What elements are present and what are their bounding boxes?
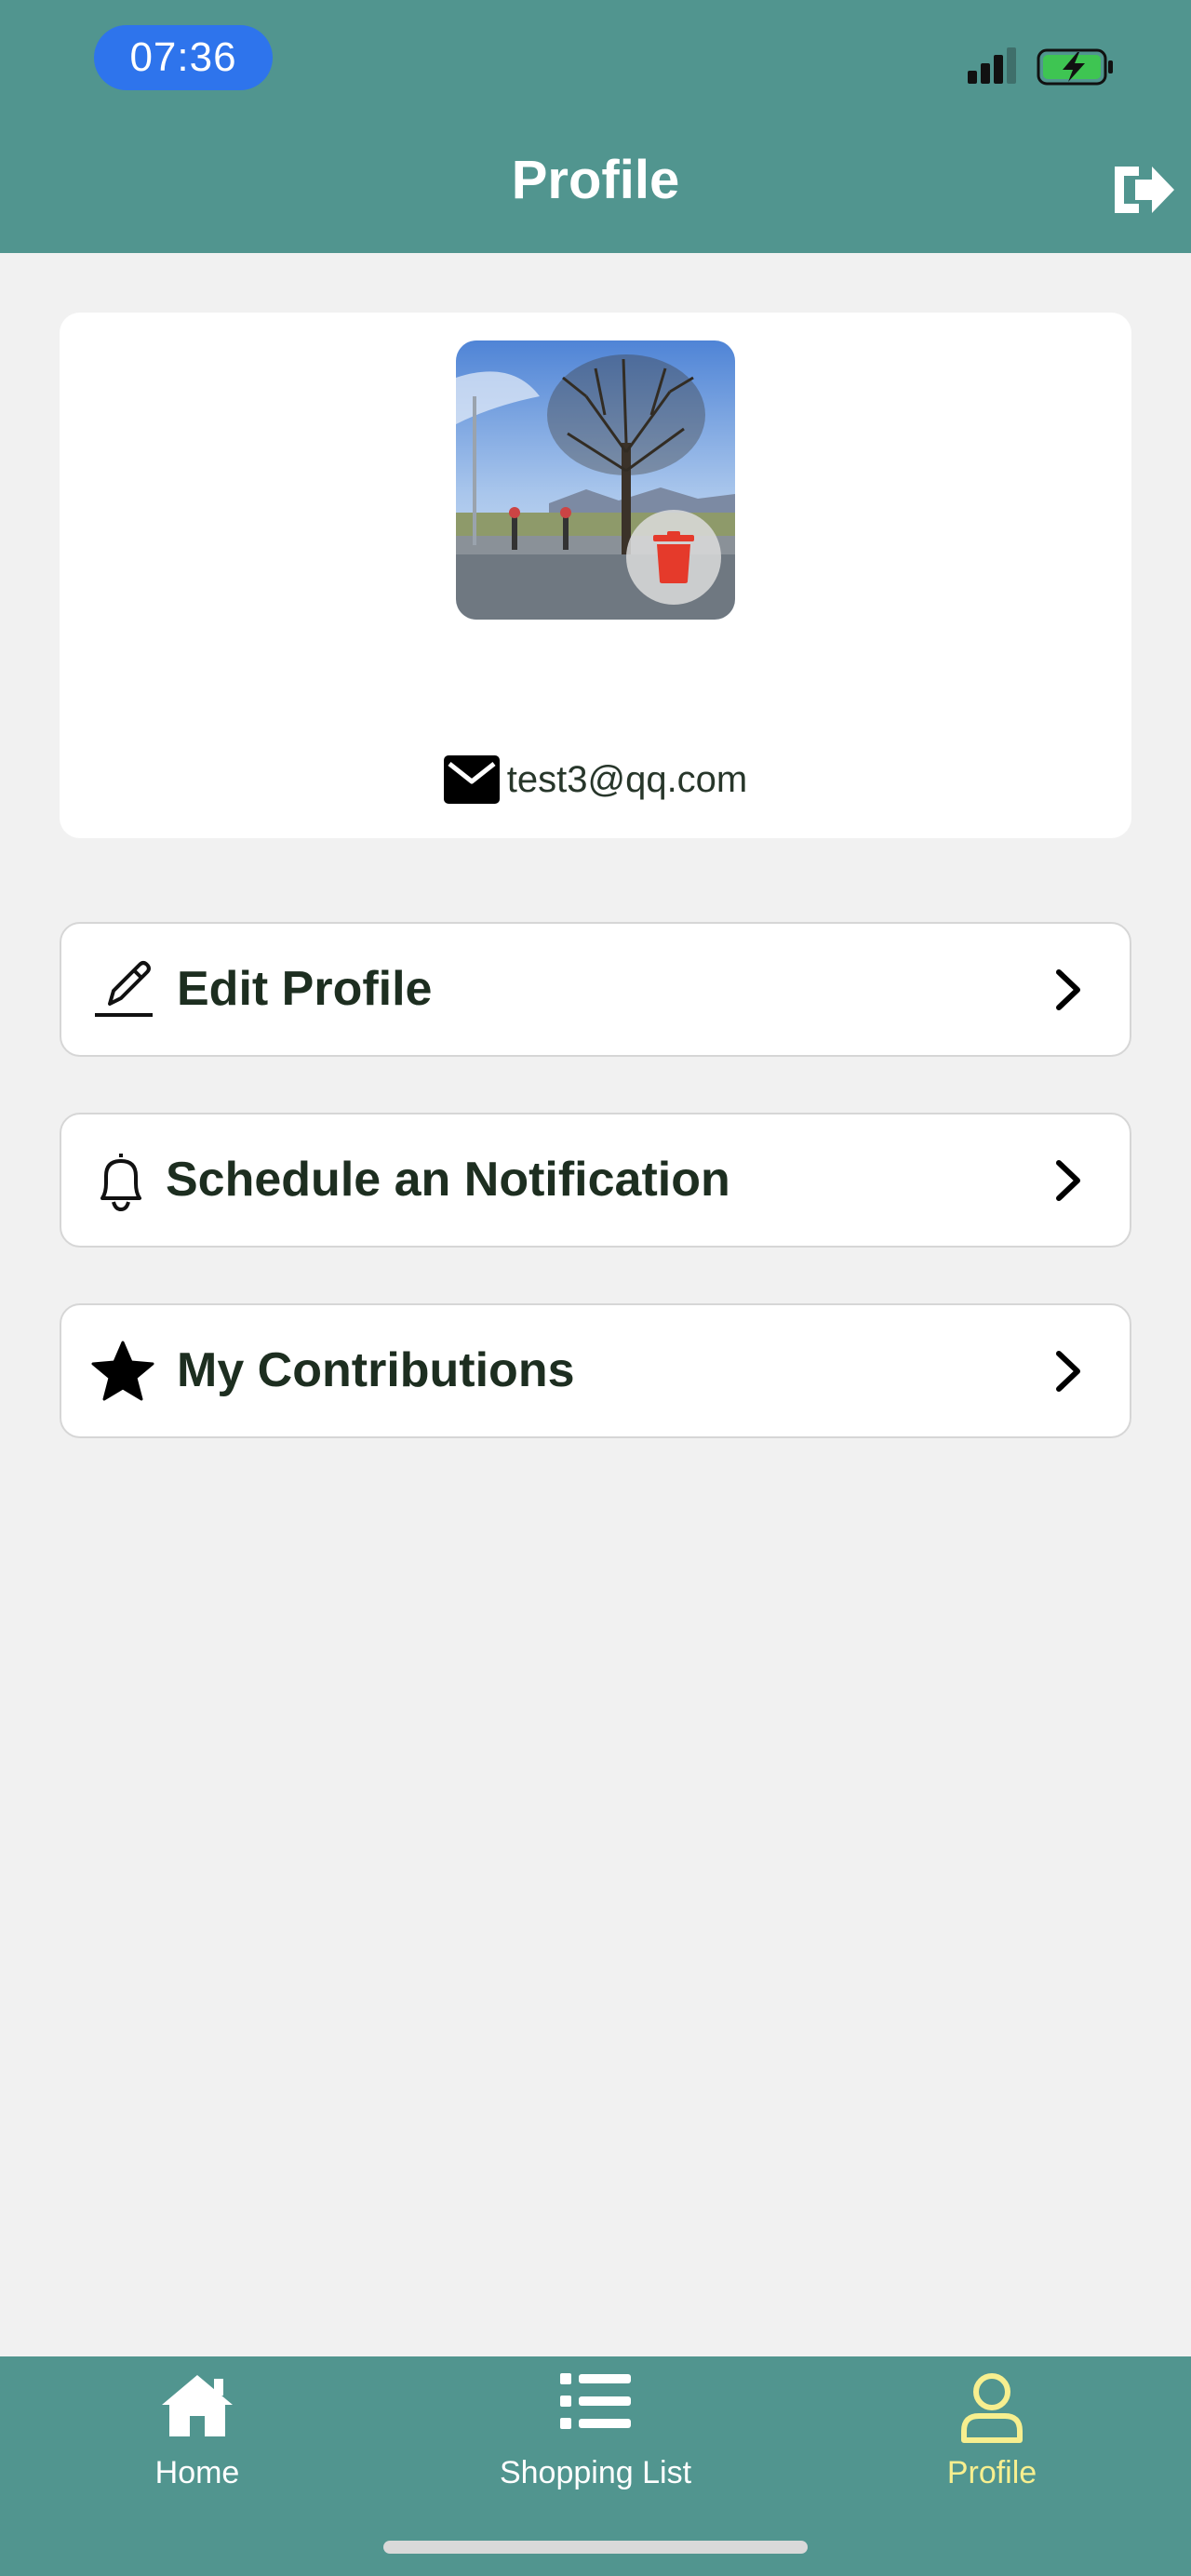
status-time: 07:36: [94, 25, 273, 90]
battery-charging-icon: [1037, 48, 1113, 86]
top-header: 07:36 Profile: [0, 0, 1191, 253]
schedule-notification-item[interactable]: Schedule an Notification: [60, 1113, 1131, 1248]
email-row: test3@qq.com: [60, 752, 1131, 808]
menu-label: My Contributions: [177, 1343, 575, 1397]
mail-icon: [443, 755, 500, 804]
star-icon: [91, 1341, 154, 1401]
pencil-icon: [95, 961, 153, 1017]
menu-label: Edit Profile: [177, 962, 433, 1016]
chevron-right-icon: [1056, 969, 1080, 1010]
chevron-right-icon: [1056, 1351, 1080, 1392]
user-email: test3@qq.com: [506, 758, 748, 800]
home-icon: [162, 2375, 233, 2436]
delete-photo-button[interactable]: [626, 510, 721, 605]
tab-shopping-list[interactable]: Shopping List: [456, 2356, 735, 2515]
tab-profile[interactable]: Profile: [852, 2356, 1131, 2515]
my-contributions-item[interactable]: My Contributions: [60, 1303, 1131, 1438]
bell-icon: [100, 1154, 141, 1212]
tab-label: Home: [154, 2455, 240, 2490]
profile-card: test3@qq.com: [60, 313, 1131, 838]
cellular-signal-icon: [968, 47, 1016, 84]
list-icon: [560, 2373, 631, 2429]
page-title: Profile: [511, 150, 680, 210]
home-indicator: [383, 2541, 808, 2554]
logout-icon[interactable]: [1107, 161, 1178, 219]
user-icon: [961, 2373, 1023, 2443]
trash-icon: [653, 531, 694, 583]
chevron-right-icon: [1056, 1160, 1080, 1201]
tab-label: Profile: [946, 2455, 1037, 2490]
edit-profile-item[interactable]: Edit Profile: [60, 922, 1131, 1057]
menu-label: Schedule an Notification: [166, 1153, 730, 1207]
tab-home[interactable]: Home: [58, 2356, 337, 2515]
tab-label: Shopping List: [499, 2455, 692, 2490]
